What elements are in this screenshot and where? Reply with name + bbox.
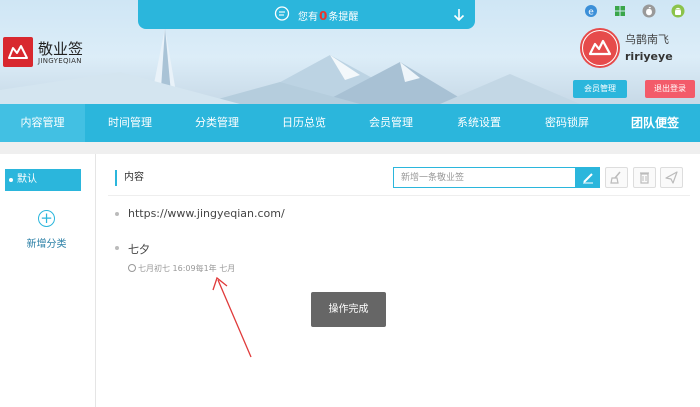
user-nickname: 乌鹊南飞 — [625, 33, 669, 46]
send-button[interactable] — [660, 167, 683, 188]
pencil-icon — [583, 173, 593, 184]
sidebar: 默认 + 新增分类 — [0, 154, 96, 407]
nav-time-management[interactable]: 时间管理 — [87, 104, 173, 142]
nav-system-settings[interactable]: 系统设置 — [436, 104, 522, 142]
nav-category-management[interactable]: 分类管理 — [174, 104, 260, 142]
arrow-down-icon[interactable] — [452, 7, 466, 23]
nav-team-notes[interactable]: 团队便签 — [612, 104, 698, 142]
avatar[interactable] — [580, 28, 620, 68]
ie-icon[interactable]: e — [584, 4, 598, 18]
main-nav: 内容管理 时间管理 分类管理 日历总览 会员管理 系统设置 密码锁屏 团队便签 — [0, 104, 700, 142]
note-text: https://www.jingyeqian.com/ — [128, 207, 285, 220]
notice-count: 0 — [319, 9, 328, 23]
member-management-button[interactable]: 会员管理 — [573, 80, 627, 98]
content-divider — [108, 195, 690, 196]
notice-bar[interactable]: 您有0条提醒 — [138, 0, 475, 29]
toast-message: 操作完成 — [311, 292, 386, 327]
header-banner: 您有0条提醒 敬业签 JINGYEQIAN e 乌鹊南飞 ririyeye 会员… — [0, 0, 700, 104]
delete-button[interactable] — [633, 167, 656, 188]
notice-suffix: 条提醒 — [328, 12, 359, 23]
chat-bubble-icon — [274, 6, 290, 21]
sidebar-item-default[interactable]: 默认 — [5, 169, 81, 191]
reminder-text: 七月初七 16:09每1年 七月 — [138, 264, 236, 273]
nav-divider-stripe — [0, 142, 700, 154]
section-title: 内容 — [115, 170, 144, 186]
new-note-input[interactable] — [393, 167, 576, 188]
apple-icon[interactable] — [642, 4, 656, 18]
trash-icon — [640, 172, 649, 184]
logo-subtitle: JINGYEQIAN — [38, 57, 82, 65]
nav-password-lock[interactable]: 密码锁屏 — [524, 104, 610, 142]
notice-prefix: 您有 — [298, 12, 318, 23]
logout-button[interactable]: 退出登录 — [645, 80, 695, 98]
bullet-dot-icon — [115, 246, 119, 250]
bullet-dot-icon — [9, 178, 13, 182]
broom-icon — [610, 171, 621, 184]
nav-member-management[interactable]: 会员管理 — [348, 104, 434, 142]
clear-button[interactable] — [605, 167, 628, 188]
nav-content-management[interactable]: 内容管理 — [0, 104, 85, 142]
nav-calendar-overview[interactable]: 日历总览 — [261, 104, 347, 142]
logo-icon — [3, 37, 33, 67]
svg-text:e: e — [588, 8, 594, 18]
sidebar-item-label: 默认 — [17, 174, 37, 185]
note-text: 七夕 — [128, 243, 150, 256]
windows-icon[interactable] — [613, 4, 627, 18]
user-id: ririyeye — [625, 50, 673, 63]
logo-title: 敬业签 — [38, 40, 84, 58]
android-icon[interactable] — [671, 4, 685, 18]
note-reminder: 七月初七 16:09每1年 七月 — [128, 263, 235, 274]
edit-button[interactable] — [576, 167, 600, 188]
plus-circle-icon[interactable]: + — [38, 210, 55, 227]
add-category-button[interactable]: 新增分类 — [0, 235, 93, 250]
bullet-dot-icon — [115, 212, 119, 216]
notice-text: 您有0条提醒 — [298, 8, 358, 23]
paper-plane-icon — [665, 171, 678, 184]
clock-icon — [128, 264, 136, 272]
